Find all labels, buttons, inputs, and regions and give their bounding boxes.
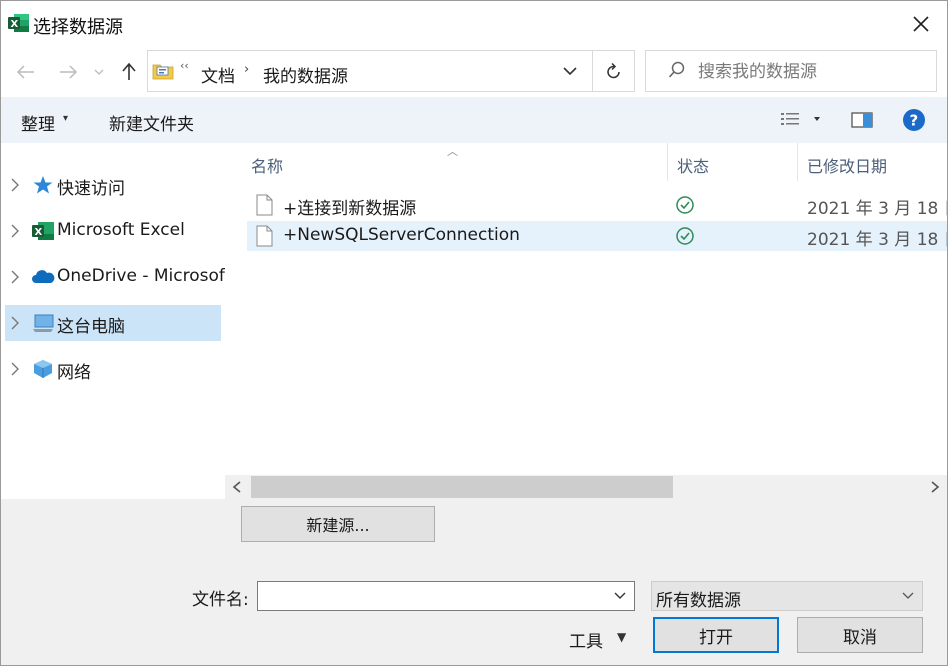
- new-folder-button[interactable]: 新建文件夹: [109, 110, 194, 135]
- change-view-button[interactable]: [777, 107, 825, 133]
- details-view-icon: [781, 113, 820, 125]
- network-icon: [34, 360, 52, 378]
- back-button[interactable]: [11, 47, 41, 97]
- command-bar: 整理 ▾ 新建文件夹 ?: [1, 97, 947, 143]
- window-title: 选择数据源: [33, 17, 123, 38]
- excel-icon: X: [32, 222, 54, 240]
- file-icon: [256, 194, 273, 216]
- file-date-modified: 2021 年 3 月 18 日: [807, 199, 947, 219]
- chevron-right-icon: [11, 270, 19, 284]
- nav-item-label: Microsoft Excel: [57, 220, 185, 240]
- scroll-left-icon[interactable]: [229, 477, 245, 497]
- search-input[interactable]: [698, 59, 928, 85]
- navigation-pane: 快速访问 X Microsoft Excel OneDrive - Micros…: [1, 143, 225, 499]
- column-divider[interactable]: [667, 143, 668, 181]
- filename-input[interactable]: [262, 584, 602, 608]
- column-header-name[interactable]: 名称: [251, 153, 283, 177]
- cloud-icon: [32, 270, 55, 283]
- organize-menu-button[interactable]: 整理: [21, 110, 55, 135]
- file-date-modified: 2021 年 3 月 18 日: [807, 230, 947, 250]
- scrollbar-thumb[interactable]: [251, 476, 673, 498]
- address-overflow[interactable]: ‹‹: [180, 59, 189, 72]
- caret-down-icon: ▼: [617, 630, 627, 644]
- refresh-icon: [606, 62, 620, 79]
- nav-item-this-pc[interactable]: 这台电脑: [5, 305, 221, 341]
- nav-item-label: OneDrive - Microsoft: [57, 266, 225, 286]
- nav-item-label: 网络: [57, 363, 91, 383]
- dialog-footer: 新建源... 文件名: 所有数据源 工具 ▼ 打开 取消: [1, 499, 947, 665]
- preview-pane-button[interactable]: [849, 107, 875, 133]
- chevron-right-icon: [11, 316, 19, 330]
- file-type-filter-value: 所有数据源: [656, 591, 741, 611]
- arrow-right-icon: [60, 65, 77, 79]
- recent-locations-button[interactable]: [89, 47, 109, 97]
- file-list: ︿ 名称 状态 已修改日期 +连接到新数据源 2021 年 3 月 18 日 +…: [225, 143, 947, 475]
- preview-pane-icon: [851, 112, 873, 128]
- chevron-down-icon: [902, 592, 914, 599]
- nav-item-microsoft-excel[interactable]: X Microsoft Excel: [1, 213, 223, 249]
- star-icon: [33, 176, 53, 194]
- breadcrumb-my-data-sources[interactable]: 我的数据源: [263, 62, 348, 87]
- file-row[interactable]: +NewSQLServerConnection 2021 年 3 月 18 日: [247, 221, 947, 251]
- cancel-button[interactable]: 取消: [797, 617, 923, 653]
- chevron-down-icon: [94, 69, 104, 75]
- scroll-right-icon[interactable]: [927, 477, 943, 497]
- filename-label: 文件名:: [192, 590, 249, 610]
- folder-icon: [152, 64, 174, 80]
- tools-label: 工具: [569, 632, 603, 652]
- open-button[interactable]: 打开: [653, 617, 779, 653]
- breadcrumb-documents[interactable]: 文档: [201, 62, 235, 87]
- search-icon: [668, 61, 685, 78]
- chevron-right-icon: [11, 178, 19, 192]
- help-button[interactable]: ?: [901, 107, 927, 133]
- refresh-button[interactable]: [592, 51, 634, 91]
- filename-combobox[interactable]: [257, 581, 635, 611]
- breadcrumb-separator[interactable]: ›: [244, 62, 249, 77]
- file-icon: [256, 225, 273, 247]
- nav-item-label: 这台电脑: [57, 317, 125, 337]
- close-icon: [913, 16, 929, 32]
- tools-menu-button[interactable]: 工具 ▼: [567, 623, 637, 653]
- chevron-down-icon: [563, 67, 577, 75]
- chevron-right-icon: [11, 362, 19, 376]
- filter-dropdown-button[interactable]: [898, 586, 918, 606]
- excel-app-icon: X: [8, 14, 29, 32]
- synced-check-icon: [676, 227, 694, 245]
- svg-text:?: ?: [910, 112, 919, 130]
- file-name: +连接到新数据源: [283, 199, 417, 219]
- address-bar[interactable]: ‹‹ 文档 › 我的数据源: [147, 50, 635, 92]
- search-box[interactable]: [645, 50, 937, 92]
- nav-item-quick-access[interactable]: 快速访问: [1, 167, 223, 203]
- svg-text:X: X: [11, 19, 19, 30]
- address-history-dropdown[interactable]: [553, 51, 587, 91]
- close-button[interactable]: [903, 7, 939, 41]
- arrow-up-icon: [122, 63, 136, 80]
- nav-item-network[interactable]: 网络: [1, 351, 223, 387]
- help-icon: ?: [903, 109, 925, 131]
- select-data-source-dialog: X 选择数据源 ‹‹ 文档 › 我的数据源 搜索我的数据源 整理 ▾ 新建文件夹…: [0, 0, 948, 666]
- column-divider[interactable]: [797, 143, 798, 181]
- up-button[interactable]: [115, 47, 143, 97]
- nav-item-label: 快速访问: [57, 179, 125, 199]
- arrow-left-icon: [17, 65, 34, 79]
- file-row[interactable]: +连接到新数据源 2021 年 3 月 18 日: [247, 190, 947, 220]
- nav-item-onedrive[interactable]: OneDrive - Microsoft: [1, 259, 225, 295]
- caret-down-icon: ▾: [63, 113, 69, 124]
- new-source-button[interactable]: 新建源...: [241, 506, 435, 542]
- file-name: +NewSQLServerConnection: [283, 225, 520, 245]
- chevron-right-icon: [11, 224, 19, 238]
- title-bar: X 选择数据源: [1, 1, 947, 47]
- address-row: ‹‹ 文档 › 我的数据源: [1, 47, 947, 97]
- chevron-down-icon: [614, 592, 626, 599]
- column-header-status[interactable]: 状态: [677, 153, 709, 177]
- sort-ascending-icon: ︿: [447, 145, 458, 158]
- filename-dropdown-button[interactable]: [608, 584, 632, 608]
- computer-icon: [33, 314, 54, 332]
- forward-button[interactable]: [53, 47, 83, 97]
- column-header-date-modified[interactable]: 已修改日期: [807, 153, 887, 177]
- svg-text:X: X: [35, 227, 43, 238]
- file-type-filter-select[interactable]: 所有数据源: [651, 581, 923, 611]
- synced-check-icon: [676, 196, 694, 214]
- horizontal-scrollbar[interactable]: [225, 475, 947, 499]
